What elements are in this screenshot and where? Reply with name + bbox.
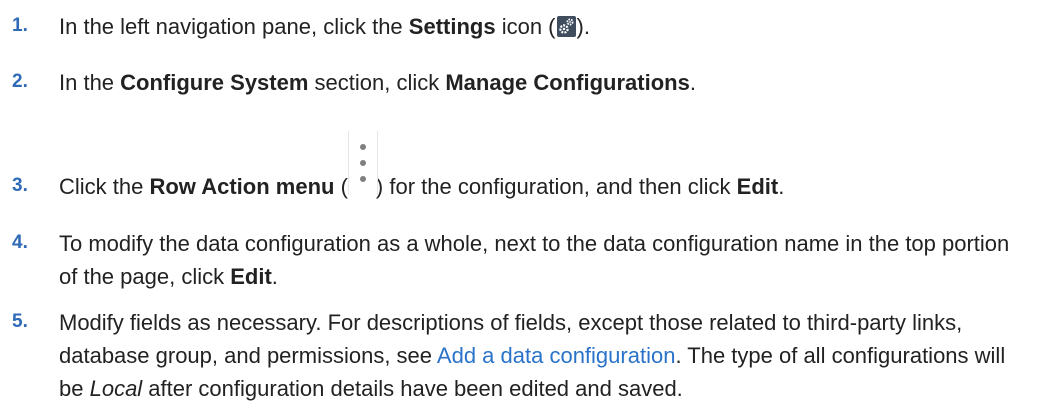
text-span: icon ( <box>495 14 556 39</box>
add-data-configuration-link[interactable]: Add a data configuration <box>437 343 676 368</box>
step-number: 2. <box>12 71 28 92</box>
text-span: . <box>689 70 696 95</box>
step-number: 4. <box>12 232 28 253</box>
step-text: In the Configure System section, click M… <box>59 66 1029 99</box>
configure-system-label: Configure System <box>120 70 309 95</box>
edit-label: Edit <box>736 174 779 199</box>
step-text: In the left navigation pane, click the S… <box>59 10 1029 43</box>
settings-gear-icon <box>556 16 576 37</box>
step-text: Click the Row Action menu ( ) for the con… <box>59 131 1029 203</box>
ellipsis-icon-frame <box>347 131 378 195</box>
settings-label: Settings <box>408 14 496 39</box>
text-span: ) for the configuration, and then click <box>375 174 737 199</box>
text-span: To modify the data configuration as a wh… <box>59 231 1010 289</box>
step-number: 5. <box>12 311 28 332</box>
step-number: 3. <box>12 175 28 196</box>
text-span: Click the <box>59 174 150 199</box>
text-span: . <box>778 174 785 199</box>
edit-label: Edit <box>230 264 272 289</box>
local-type-label: Local <box>89 376 143 401</box>
text-span: . <box>271 264 278 289</box>
vertical-ellipsis-icon <box>347 131 378 195</box>
text-span: In the left navigation pane, click the <box>59 14 409 39</box>
text-span: In the <box>59 70 121 95</box>
step-text: Modify fields as necessary. For descript… <box>59 306 1029 405</box>
manage-configurations-label: Manage Configurations <box>445 70 690 95</box>
text-span: section, click <box>308 70 446 95</box>
step-text: To modify the data configuration as a wh… <box>59 227 1029 293</box>
text-span: ( <box>334 174 348 199</box>
text-span: ). <box>576 14 590 39</box>
step-number: 1. <box>12 15 28 36</box>
text-span: after configuration details have been ed… <box>142 376 683 401</box>
row-action-menu-label: Row Action menu <box>149 174 335 199</box>
